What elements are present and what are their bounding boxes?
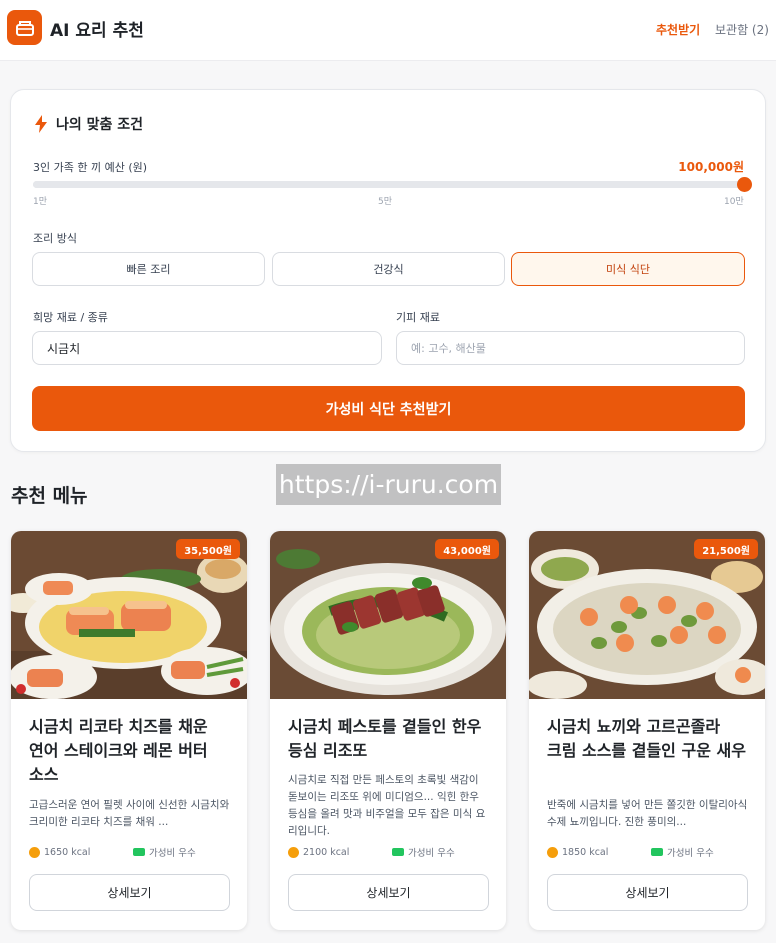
menu-description: 고급스러운 연어 필렛 사이에 신선한 시금치와 크리미한 리코타 치즈를 채워… xyxy=(29,799,230,828)
budget-tick-mid: 5만 xyxy=(378,197,393,207)
cook-option-quick[interactable]: 빠른 조리 xyxy=(32,252,265,286)
price-badge: 35,500원 xyxy=(176,539,240,559)
price-badge: 21,500원 xyxy=(694,539,758,559)
cook-option-healthy[interactable]: 건강식 xyxy=(272,252,505,286)
menu-meta: 1850 kcal 가성비 우수 xyxy=(547,845,752,859)
money-icon xyxy=(651,848,663,856)
detail-button[interactable]: 상세보기 xyxy=(29,874,230,911)
app-logo[interactable] xyxy=(7,10,42,45)
budget-slider-thumb[interactable] xyxy=(737,177,752,192)
menu-card[interactable]: 43,000원 시금치 페스토를 곁들인 한우 등심 리조또 시금치로 직접 만… xyxy=(270,531,506,930)
menu-card[interactable]: 21,500원 시금치 뇨끼와 고르곤졸라 크림 소스를 곁들인 구운 새우 반… xyxy=(529,531,765,930)
calorie-info: 1650 kcal xyxy=(29,846,133,858)
menu-title: 시금치 리코타 치즈를 채운 연어 스테이크와 레몬 버터 소스 xyxy=(29,717,208,784)
cook-method-label: 조리 방식 xyxy=(33,232,77,245)
preferred-ingredient-input[interactable]: 시금치 xyxy=(32,331,382,365)
app-title: AI 요리 추천 xyxy=(50,21,144,41)
section-title: 추천 메뉴 xyxy=(11,485,88,507)
menu-description: 시금치로 직접 만든 페스토의 초록빛 색감이 돋보이는 리조또 위에 미디엄으… xyxy=(288,774,486,836)
conditions-panel: 나의 맞춤 조건 3인 가족 한 끼 예산 (원) 100,000원 1만 5만… xyxy=(10,89,766,452)
calorie-text: 1650 kcal xyxy=(44,846,91,858)
pot-icon xyxy=(15,20,34,36)
budget-tick-max: 10만 xyxy=(724,197,744,207)
detail-button[interactable]: 상세보기 xyxy=(547,874,748,911)
budget-label: 3인 가족 한 끼 예산 (원) xyxy=(33,161,148,174)
recommend-submit-button[interactable]: 가성비 식단 추천받기 xyxy=(32,386,745,431)
budget-tick-min: 1만 xyxy=(33,197,48,207)
calorie-info: 2100 kcal xyxy=(288,846,392,858)
calorie-icon xyxy=(29,846,40,858)
money-icon xyxy=(392,848,404,856)
avoid-ingredient-label: 기피 재료 xyxy=(396,311,440,324)
detail-button[interactable]: 상세보기 xyxy=(288,874,489,911)
value-text: 가성비 우수 xyxy=(149,848,196,859)
budget-slider-fill xyxy=(33,181,744,188)
value-info: 가성비 우수 xyxy=(392,845,455,859)
cook-option-gourmet[interactable]: 미식 식단 xyxy=(511,252,745,286)
calorie-text: 2100 kcal xyxy=(303,846,350,858)
preferred-ingredient-label: 희망 재료 / 종류 xyxy=(33,311,108,324)
price-badge: 43,000원 xyxy=(435,539,499,559)
nav-saved-link[interactable]: 보관함 (2) xyxy=(715,21,769,38)
top-bar: AI 요리 추천 추천받기 보관함 (2) xyxy=(0,0,776,61)
value-text: 가성비 우수 xyxy=(408,848,455,859)
menu-card[interactable]: 35,500원 시금치 리코타 치즈를 채운 연어 스테이크와 레몬 버터 소스… xyxy=(11,531,247,930)
menu-meta: 2100 kcal 가성비 우수 xyxy=(288,845,493,859)
calorie-text: 1850 kcal xyxy=(562,846,609,858)
calorie-info: 1850 kcal xyxy=(547,846,651,858)
value-text: 가성비 우수 xyxy=(667,848,714,859)
calorie-icon xyxy=(288,846,299,858)
menu-title: 시금치 뇨끼와 고르곤졸라 크림 소스를 곁들인 구운 새우 xyxy=(547,717,746,760)
lightning-icon xyxy=(35,115,47,133)
value-info: 가성비 우수 xyxy=(651,845,714,859)
menu-title: 시금치 페스토를 곁들인 한우 등심 리조또 xyxy=(288,717,482,760)
menu-description: 반죽에 시금치를 넣어 만든 쫄깃한 이탈리아식 수제 뇨끼입니다. 진한 풍미… xyxy=(547,799,748,828)
conditions-header: 나의 맞춤 조건 xyxy=(34,114,143,134)
budget-slider[interactable] xyxy=(33,177,752,192)
budget-value: 100,000원 xyxy=(678,160,744,174)
value-info: 가성비 우수 xyxy=(133,845,196,859)
avoid-ingredient-input[interactable]: 예: 고수, 해산물 xyxy=(396,331,745,365)
watermark: https://i-ruru.com xyxy=(276,464,501,505)
calorie-icon xyxy=(547,846,558,858)
money-icon xyxy=(133,848,145,856)
nav-recommend-link[interactable]: 추천받기 xyxy=(656,21,700,38)
conditions-title: 나의 맞춤 조건 xyxy=(56,117,144,133)
menu-meta: 1650 kcal 가성비 우수 xyxy=(29,845,234,859)
